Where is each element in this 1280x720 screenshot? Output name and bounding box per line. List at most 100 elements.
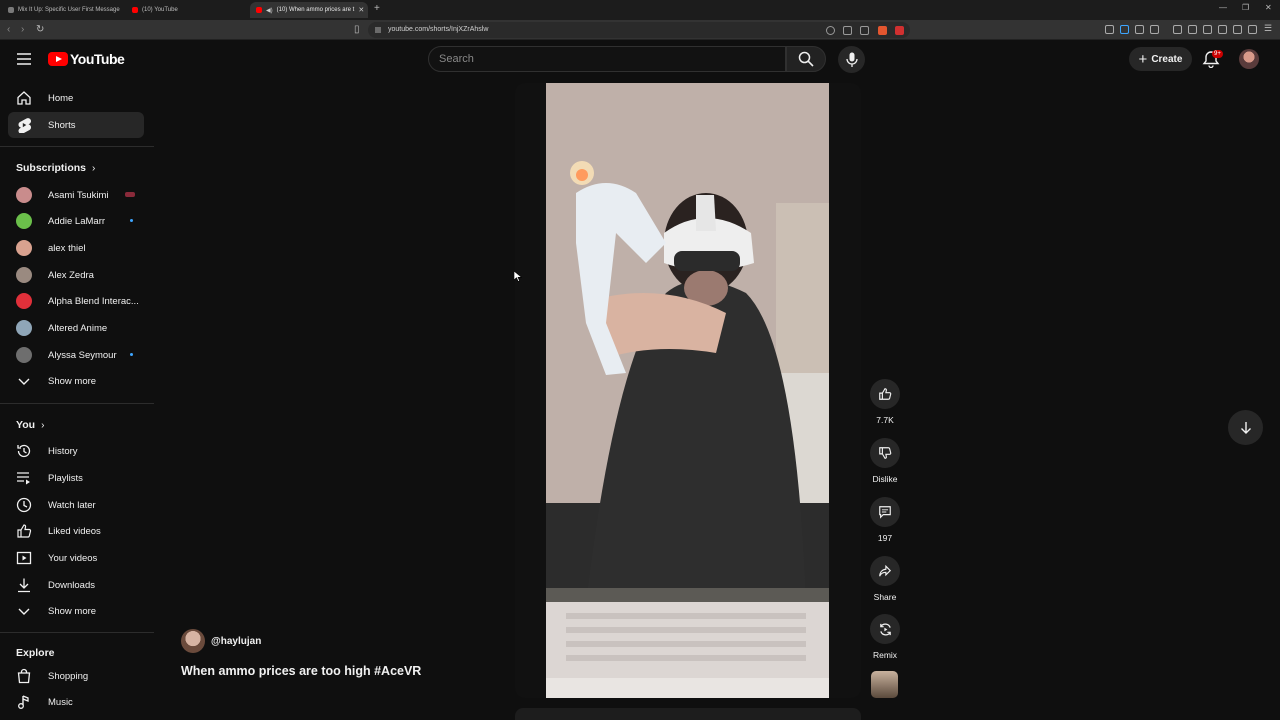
close-window-icon[interactable]: ✕ — [1265, 3, 1272, 12]
sidebar-item-music[interactable]: Music — [8, 689, 144, 715]
chevron-right-icon: › — [41, 419, 45, 431]
youtube-logo[interactable]: YouTube — [48, 51, 125, 67]
extension-icon[interactable] — [1218, 25, 1227, 34]
channel-avatar — [16, 347, 32, 363]
dislike-label: Dislike — [872, 474, 898, 484]
dislike-action: Dislike — [866, 438, 904, 484]
subscription-label: Alpha Blend Interac... — [48, 295, 139, 307]
mouse-cursor-icon — [514, 271, 522, 282]
bookmark-icon[interactable]: ▯ — [354, 24, 360, 35]
next-video-button[interactable] — [1228, 410, 1263, 445]
extension-icon[interactable] — [1120, 25, 1129, 34]
sidebar-item-label: Music — [48, 696, 73, 708]
channel-avatar — [16, 293, 32, 309]
sidebar-item-watch-later[interactable]: Watch later — [8, 492, 144, 518]
browser-address-bar: ‹ › ↻ ▯ youtube.com/shorts/InjXZrAhslw ☰ — [0, 20, 1280, 40]
show-more-label: Show more — [48, 375, 97, 387]
remix-button[interactable] — [870, 614, 900, 644]
sidebar-item-home[interactable]: Home — [8, 85, 144, 111]
browser-tab-1[interactable]: Mix It Up: Specific User First Message — [2, 2, 124, 18]
sidebar-subscription-altered-anime[interactable]: Altered Anime — [8, 315, 144, 341]
like-action: 7.7K — [866, 379, 904, 425]
you-heading[interactable]: You › — [16, 419, 44, 431]
new-tab-button[interactable]: + — [374, 3, 380, 14]
like-button[interactable] — [870, 379, 900, 409]
browser-tab-3-active[interactable]: ◀) (10) When ammo prices are t ✕ — [250, 2, 368, 18]
vpn-icon[interactable] — [1248, 25, 1257, 34]
browser-menu-icon[interactable]: ☰ — [1264, 23, 1273, 33]
channel-avatar — [16, 320, 32, 336]
sidebar-subscription-alyssa-seymour[interactable]: Alyssa Seymour — [8, 342, 144, 368]
logo-text: YouTube — [70, 51, 125, 67]
channel-handle[interactable]: @haylujan — [211, 636, 261, 647]
sidebar-subscription-alex-zedra[interactable]: Alex Zedra — [8, 262, 144, 288]
channel-info[interactable]: @haylujan — [181, 629, 261, 653]
sidebar-subscription-alpha-blend[interactable]: Alpha Blend Interac... — [8, 288, 144, 314]
you-show-more[interactable]: Show more — [8, 598, 144, 624]
account-avatar[interactable] — [1239, 49, 1259, 69]
extension-icon[interactable] — [1135, 25, 1144, 34]
brave-shield-icon[interactable] — [878, 26, 887, 35]
your-videos-icon — [16, 551, 32, 565]
sidebar-subscription-asami-tsukimi[interactable]: Asami Tsukimi — [8, 182, 144, 208]
playlists-icon — [17, 472, 30, 485]
hamburger-menu-icon[interactable] — [16, 52, 32, 66]
channel-avatar[interactable] — [181, 629, 205, 653]
subscription-label: Alyssa Seymour — [48, 349, 117, 361]
extension-icon[interactable] — [1150, 25, 1159, 34]
create-label: Create — [1151, 53, 1183, 65]
url-bar[interactable]: youtube.com/shorts/InjXZrAhslw — [368, 22, 910, 38]
share-page-icon[interactable] — [860, 26, 869, 35]
subscriptions-heading[interactable]: Subscriptions › — [16, 162, 95, 174]
browser-tab-2[interactable]: (10) YouTube — [126, 2, 248, 18]
downloads-toolbar-icon[interactable] — [1173, 25, 1182, 34]
channel-avatar — [16, 267, 32, 283]
download-icon — [18, 578, 30, 593]
dislike-button[interactable] — [870, 438, 900, 468]
subscription-label: Alex Zedra — [48, 269, 94, 281]
microphone-icon — [845, 52, 858, 67]
subscriptions-show-more[interactable]: Show more — [8, 368, 144, 394]
extension-icon[interactable] — [1105, 25, 1114, 34]
music-note-icon — [18, 695, 29, 709]
voice-search-button[interactable] — [838, 46, 865, 73]
shorts-video-player[interactable] — [515, 83, 861, 698]
minimize-icon[interactable]: — — [1219, 3, 1227, 12]
rewards-icon[interactable] — [895, 26, 904, 35]
next-short-preview[interactable] — [515, 708, 861, 720]
plus-icon: + — [1138, 50, 1148, 68]
media-control-icon[interactable] — [1188, 25, 1197, 34]
sidebar-item-playlists[interactable]: Playlists — [8, 465, 144, 491]
back-icon[interactable]: ‹ — [7, 24, 10, 35]
reload-icon[interactable]: ↻ — [36, 24, 44, 35]
cast-icon[interactable] — [843, 26, 852, 35]
search-icon — [798, 51, 814, 67]
sound-source-thumbnail[interactable] — [871, 671, 898, 698]
sidebar-item-your-videos[interactable]: Your videos — [8, 545, 144, 571]
restore-icon[interactable]: ❐ — [1242, 3, 1249, 12]
video-frame-image — [546, 83, 829, 698]
sidebar-item-liked-videos[interactable]: Liked videos — [8, 518, 144, 544]
site-info-icon[interactable] — [374, 26, 382, 34]
create-button[interactable]: + Create — [1129, 47, 1192, 71]
extension-icon[interactable] — [1233, 25, 1242, 34]
share-button[interactable] — [870, 556, 900, 586]
sidebar-item-history[interactable]: History — [8, 438, 144, 464]
sidebar-subscription-alex-thiel[interactable]: alex thiel — [8, 235, 144, 261]
zoom-icon[interactable] — [826, 26, 835, 35]
sidebar-item-shopping[interactable]: Shopping — [8, 663, 144, 689]
sidebar-item-shorts[interactable]: Shorts — [8, 112, 144, 138]
sidebar-divider — [0, 403, 154, 404]
sidebar-item-downloads[interactable]: Downloads — [8, 572, 144, 598]
comments-button[interactable] — [870, 497, 900, 527]
sidebar-subscription-addie-lamarr[interactable]: Addie LaMarr — [8, 208, 144, 234]
sidebar-toggle-icon[interactable] — [1203, 25, 1212, 34]
search-input[interactable] — [439, 52, 769, 66]
subscription-label: alex thiel — [48, 242, 86, 254]
forward-icon[interactable]: › — [21, 24, 24, 35]
search-button[interactable] — [786, 46, 826, 72]
close-tab-icon[interactable]: ✕ — [358, 6, 364, 14]
sidebar-item-label: Liked videos — [48, 525, 101, 537]
notification-count-badge: 9+ — [1212, 50, 1223, 58]
tab-favicon-icon — [8, 7, 14, 13]
